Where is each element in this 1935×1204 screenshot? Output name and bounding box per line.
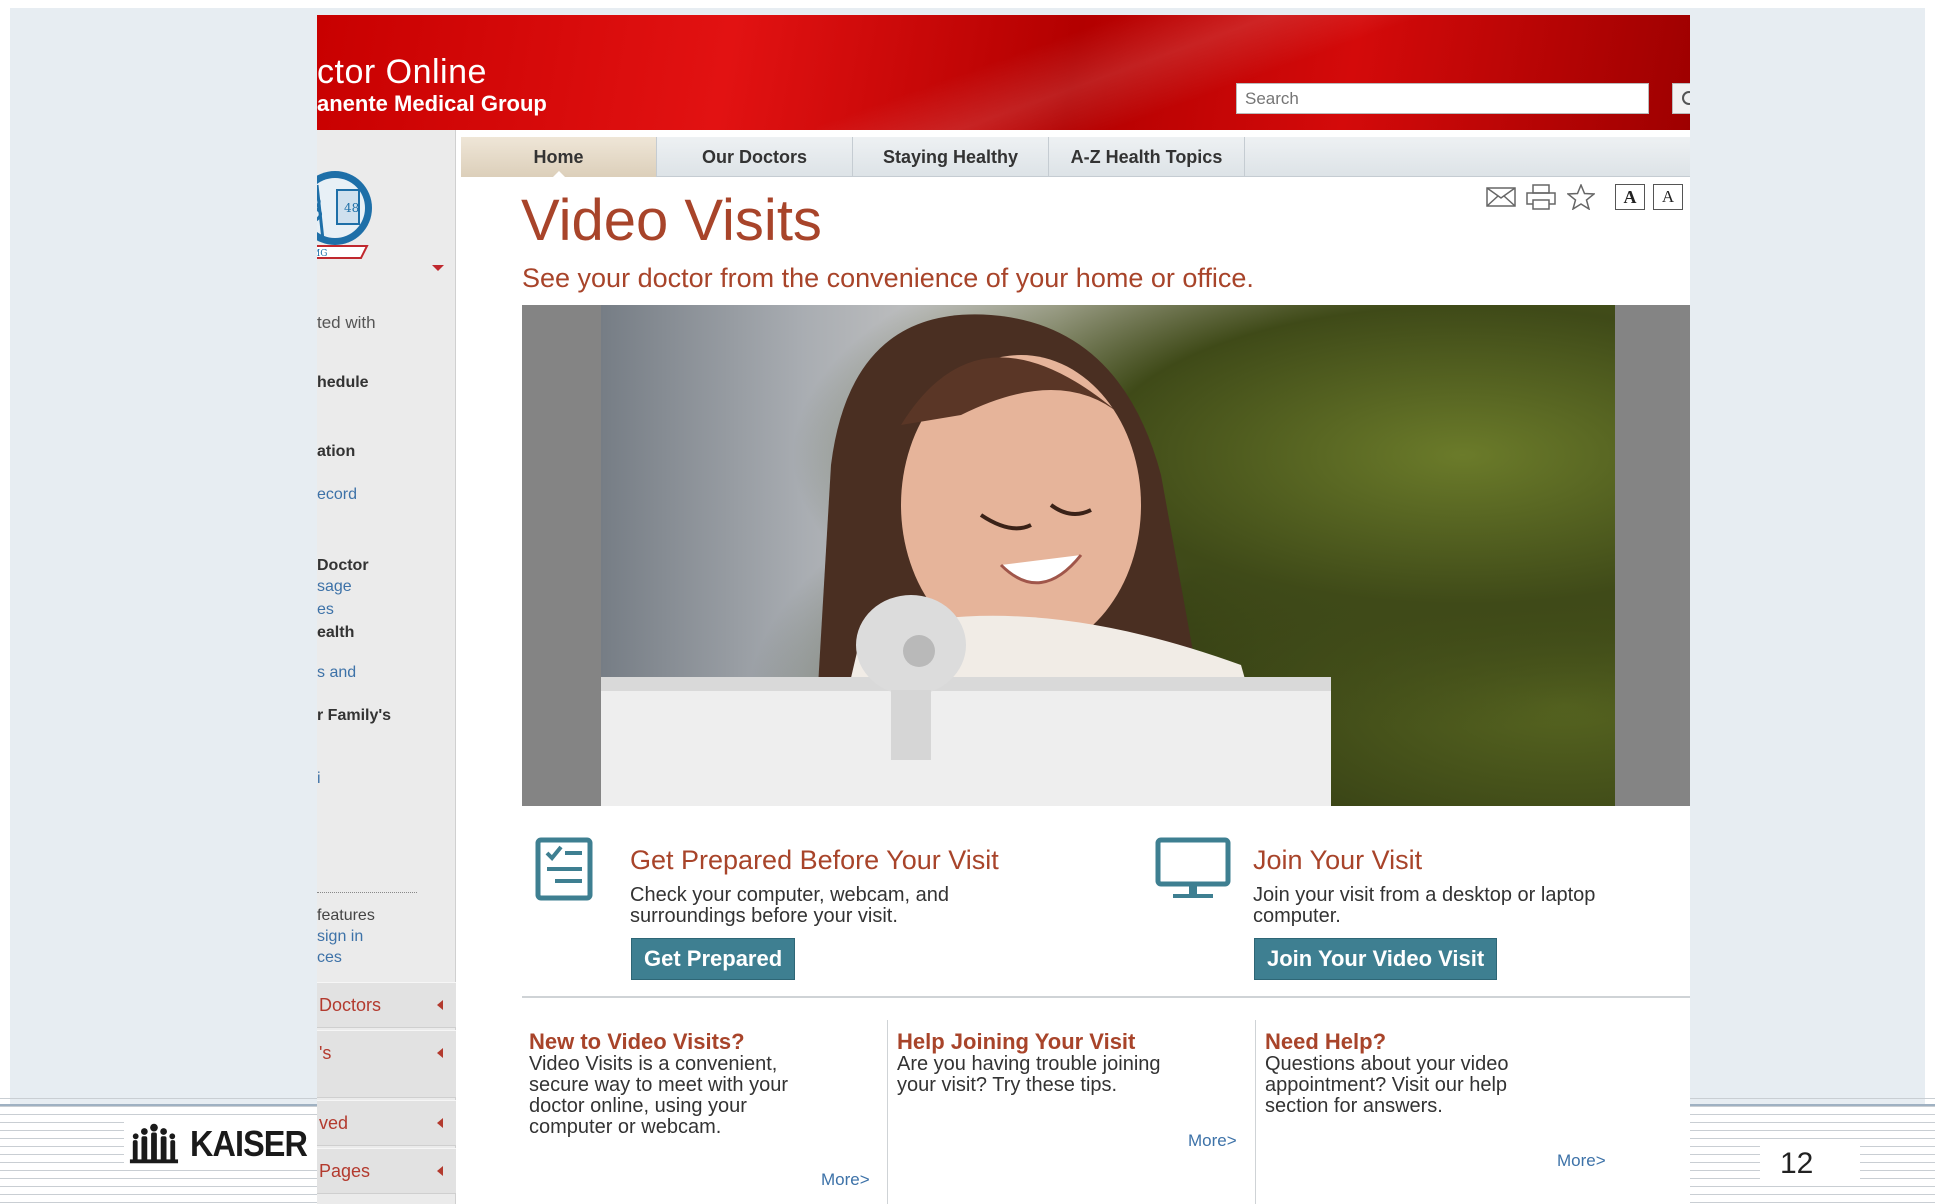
column-text-line: appointment? Visit our help	[1265, 1074, 1508, 1096]
tab-staying-healthy[interactable]: Staying Healthy	[853, 137, 1049, 177]
column-text-line: doctor online, using your	[529, 1095, 747, 1117]
search-input[interactable]	[1236, 83, 1649, 114]
column-text-line: Are you having trouble joining	[897, 1053, 1161, 1075]
feature-text-line: computer.	[1253, 905, 1341, 927]
hero-photo-woman-webcam	[601, 305, 1615, 806]
checklist-icon	[535, 837, 593, 901]
sidebar-item-services[interactable]: es	[317, 601, 334, 619]
sidebar-item-get-started[interactable]: ted with	[317, 313, 376, 333]
svg-text:48: 48	[344, 201, 359, 215]
sidebar-item-sign-in[interactable]: sign in	[317, 928, 363, 946]
column-text-line: your visit? Try these tips.	[897, 1074, 1118, 1096]
page-title: Video Visits	[521, 188, 822, 253]
column-text-line: section for answers.	[1265, 1095, 1443, 1117]
browser-screenshot: ctor Online anente Medical Group 48 PMG …	[317, 15, 1690, 1204]
sidebar-item-record[interactable]: ecord	[317, 486, 357, 504]
column-title-help-joining: Help Joining Your Visit	[897, 1029, 1136, 1054]
main-nav: Home Our Doctors Staying Healthy A-Z Hea…	[461, 137, 1690, 178]
sidebar-section-label: Pages	[319, 1161, 371, 1181]
feature-text-line: surroundings before your visit.	[630, 905, 898, 927]
sidebar-item-misc[interactable]: i	[317, 770, 321, 788]
sidebar-section-doctors[interactable]: Doctors	[317, 982, 456, 1028]
tab-home[interactable]: Home	[461, 137, 657, 178]
join-video-visit-button[interactable]: Join Your Video Visit	[1254, 938, 1498, 980]
search-icon	[1682, 90, 1690, 105]
column-title-new-to-video-visits: New to Video Visits?	[529, 1029, 745, 1054]
get-prepared-button[interactable]: Get Prepared	[631, 938, 796, 980]
kaiser-logo-text: KAISER	[189, 1123, 308, 1164]
site-header: ctor Online anente Medical Group	[317, 15, 1690, 130]
brand-title[interactable]: ctor Online	[317, 53, 487, 92]
sidebar-section-member-s[interactable]: 's	[317, 1030, 456, 1098]
sidebar-section-approved[interactable]: ved	[317, 1100, 456, 1146]
feature-text-line: Check your computer, webcam, and	[630, 884, 950, 906]
sidebar-divider	[317, 892, 417, 893]
tab-our-doctors[interactable]: Our Doctors	[657, 137, 853, 177]
email-icon[interactable]	[1485, 183, 1517, 211]
column-text-line: computer or webcam.	[529, 1116, 722, 1138]
chevron-left-icon	[437, 1000, 443, 1010]
kaiser-logo: KAISER	[124, 1118, 320, 1170]
text-size-small-button[interactable]: A	[1653, 184, 1683, 210]
sidebar-section-label: ved	[319, 1113, 349, 1133]
feature-text-line: Join your visit from a desktop or laptop	[1253, 884, 1596, 906]
sidebar-item-medication[interactable]: ation	[317, 443, 355, 461]
brand-subtitle: anente Medical Group	[317, 91, 547, 116]
sidebar-item-tools-and[interactable]: s and	[317, 664, 356, 682]
column-text-line: secure way to meet with your	[529, 1074, 788, 1096]
sidebar-item-features: features	[317, 907, 375, 924]
sidebar-item-message[interactable]: sage	[317, 578, 352, 596]
column-title-need-help: Need Help?	[1265, 1029, 1387, 1054]
sidebar-section-label: 's	[319, 1043, 332, 1063]
search-button[interactable]	[1672, 83, 1690, 114]
sidebar-item-health[interactable]: ealth	[317, 624, 354, 642]
sidebar-item-doctor[interactable]: Doctor	[317, 557, 369, 575]
more-link[interactable]: More>	[1188, 1131, 1237, 1151]
monitor-icon	[1155, 837, 1231, 898]
slide-page-number: 12	[1760, 1144, 1860, 1184]
page-subtitle: See your doctor from the convenience of …	[522, 263, 1254, 293]
more-link[interactable]: More>	[821, 1170, 870, 1190]
feature-title-join-visit: Join Your Visit	[1253, 845, 1423, 875]
sidebar-item-family[interactable]: r Family's	[317, 707, 391, 725]
sidebar-item-devices[interactable]: ces	[317, 949, 342, 967]
column-separator	[887, 1020, 888, 1204]
tab-az-health-topics[interactable]: A-Z Health Topics	[1049, 137, 1245, 177]
more-link[interactable]: More>	[1557, 1151, 1606, 1171]
feature-title-get-prepared: Get Prepared Before Your Visit	[630, 845, 999, 875]
column-text-line: Video Visits is a convenient,	[529, 1053, 778, 1075]
page-tools: A A	[1485, 183, 1683, 211]
section-divider	[522, 996, 1690, 998]
print-icon[interactable]	[1525, 183, 1557, 211]
sidebar-section-label: Doctors	[319, 995, 382, 1015]
medical-group-seal-icon: 48 PMG	[317, 171, 372, 259]
kaiser-people-logo-icon	[129, 1123, 179, 1164]
chevron-left-icon	[437, 1048, 443, 1058]
star-icon[interactable]	[1565, 183, 1597, 211]
chevron-left-icon	[437, 1166, 443, 1176]
chevron-down-icon[interactable]	[432, 265, 444, 271]
svg-text:PMG: PMG	[317, 249, 327, 259]
sidebar-item-schedule[interactable]: hedule	[317, 374, 369, 392]
column-separator	[1255, 1020, 1256, 1204]
left-sidebar: 48 PMG ted with hedule ation ecord Docto…	[317, 130, 456, 1204]
sidebar-section-pages[interactable]: Pages	[317, 1148, 456, 1194]
text-size-large-button[interactable]: A	[1615, 184, 1645, 210]
hero-illustration	[601, 314, 1331, 806]
chevron-left-icon	[437, 1118, 443, 1128]
column-text-line: Questions about your video	[1265, 1053, 1509, 1075]
hero-image	[522, 305, 1690, 806]
